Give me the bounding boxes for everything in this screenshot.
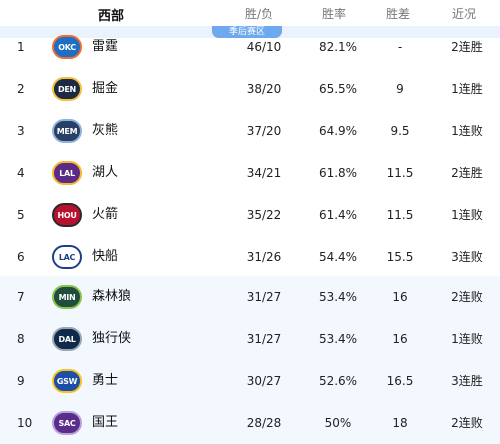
team-row[interactable]: 7 MIN 森林狼 31/27 53.4% 16 2连败 xyxy=(0,276,500,318)
gb-column-header[interactable]: 胜差 xyxy=(386,5,410,22)
win-loss-record: 30/27 xyxy=(246,374,282,388)
games-behind: 9 xyxy=(396,82,404,96)
rank-number: 2 xyxy=(17,82,25,96)
win-percentage: 82.1% xyxy=(318,40,358,54)
conference-title: 西部 xyxy=(98,9,125,24)
win-loss-record: 38/20 xyxy=(246,82,282,96)
team-name[interactable]: 湖人 xyxy=(92,166,118,180)
team-name[interactable]: 火箭 xyxy=(92,208,118,222)
games-behind: 15.5 xyxy=(386,250,414,264)
rank-number: 5 xyxy=(17,208,25,222)
streak-column-header[interactable]: 近况 xyxy=(452,5,476,22)
team-logo-icon[interactable]: HOU xyxy=(52,203,82,227)
team-name[interactable]: 森林狼 xyxy=(92,290,131,304)
win-percentage: 52.6% xyxy=(318,374,358,388)
team-row[interactable]: 1 OKC 雷霆 46/10 82.1% - 2连胜 xyxy=(0,26,500,68)
record-column-header[interactable]: 胜/负 xyxy=(245,5,273,22)
team-logo-icon[interactable]: LAL xyxy=(52,161,82,185)
streak: 1连胜 xyxy=(451,82,483,96)
team-row[interactable]: 2 DEN 掘金 38/20 65.5% 9 1连胜 xyxy=(0,68,500,110)
streak: 2连胜 xyxy=(451,166,483,180)
rank-number: 9 xyxy=(17,374,25,388)
streak: 1连败 xyxy=(451,208,483,222)
win-percentage: 50% xyxy=(324,416,352,430)
team-name[interactable]: 掘金 xyxy=(92,82,118,96)
games-behind: 11.5 xyxy=(386,166,414,180)
streak: 3连败 xyxy=(451,250,483,264)
rank-number: 1 xyxy=(17,40,25,54)
win-percentage: 53.4% xyxy=(318,290,358,304)
win-percentage: 54.4% xyxy=(318,250,358,264)
team-name[interactable]: 快船 xyxy=(92,250,118,264)
team-logo-icon[interactable]: GSW xyxy=(52,369,82,393)
games-behind: 16 xyxy=(392,290,408,304)
team-row[interactable]: 10 SAC 国王 28/28 50% 18 2连败 xyxy=(0,402,500,444)
rank-number: 4 xyxy=(17,166,25,180)
team-name[interactable]: 国王 xyxy=(92,416,118,430)
rank-number: 6 xyxy=(17,250,25,264)
streak: 3连胜 xyxy=(451,374,483,388)
win-loss-record: 46/10 xyxy=(246,40,282,54)
pct-column-header[interactable]: 胜率 xyxy=(322,5,346,22)
rank-number: 10 xyxy=(17,416,33,430)
streak: 1连败 xyxy=(451,124,483,138)
games-behind: 16 xyxy=(392,332,408,346)
standings-header: 西部 胜/负 胜率 胜差 近况 xyxy=(0,0,500,26)
team-row[interactable]: 5 HOU 火箭 35/22 61.4% 11.5 1连败 xyxy=(0,194,500,236)
team-logo-icon[interactable]: SAC xyxy=(52,411,82,435)
games-behind: 11.5 xyxy=(386,208,414,222)
win-percentage: 65.5% xyxy=(318,82,358,96)
team-logo-icon[interactable]: MEM xyxy=(52,119,82,143)
streak: 2连胜 xyxy=(451,40,483,54)
team-row[interactable]: 4 LAL 湖人 34/21 61.8% 11.5 2连胜 xyxy=(0,152,500,194)
team-row[interactable]: 3 MEM 灰熊 37/20 64.9% 9.5 1连败 xyxy=(0,110,500,152)
games-behind: - xyxy=(397,40,403,54)
rank-number: 3 xyxy=(17,124,25,138)
games-behind: 16.5 xyxy=(386,374,414,388)
games-behind: 9.5 xyxy=(390,124,410,138)
streak: 2连败 xyxy=(451,416,483,430)
win-percentage: 53.4% xyxy=(318,332,358,346)
streak: 2连败 xyxy=(451,290,483,304)
team-name[interactable]: 雷霆 xyxy=(92,40,118,54)
games-behind: 18 xyxy=(392,416,408,430)
win-loss-record: 37/20 xyxy=(246,124,282,138)
rank-number: 8 xyxy=(17,332,25,346)
win-loss-record: 31/26 xyxy=(246,250,282,264)
team-logo-icon[interactable]: DAL xyxy=(52,327,82,351)
win-loss-record: 28/28 xyxy=(246,416,282,430)
team-name[interactable]: 独行侠 xyxy=(92,332,131,346)
win-loss-record: 31/27 xyxy=(246,332,282,346)
team-row[interactable]: 6 LAC 快船 31/26 54.4% 15.5 3连败 xyxy=(0,236,500,278)
win-percentage: 64.9% xyxy=(318,124,358,138)
team-logo-icon[interactable]: MIN xyxy=(52,285,82,309)
rank-number: 7 xyxy=(17,290,25,304)
win-loss-record: 31/27 xyxy=(246,290,282,304)
team-logo-icon[interactable]: OKC xyxy=(52,35,82,59)
team-name[interactable]: 灰熊 xyxy=(92,124,118,138)
team-logo-icon[interactable]: LAC xyxy=(52,245,82,269)
team-row[interactable]: 9 GSW 勇士 30/27 52.6% 16.5 3连胜 xyxy=(0,360,500,402)
team-name[interactable]: 勇士 xyxy=(92,374,118,388)
win-loss-record: 35/22 xyxy=(246,208,282,222)
win-loss-record: 34/21 xyxy=(246,166,282,180)
team-logo-icon[interactable]: DEN xyxy=(52,77,82,101)
team-row[interactable]: 8 DAL 独行侠 31/27 53.4% 16 1连败 xyxy=(0,318,500,360)
win-percentage: 61.4% xyxy=(318,208,358,222)
win-percentage: 61.8% xyxy=(318,166,358,180)
streak: 1连败 xyxy=(451,332,483,346)
